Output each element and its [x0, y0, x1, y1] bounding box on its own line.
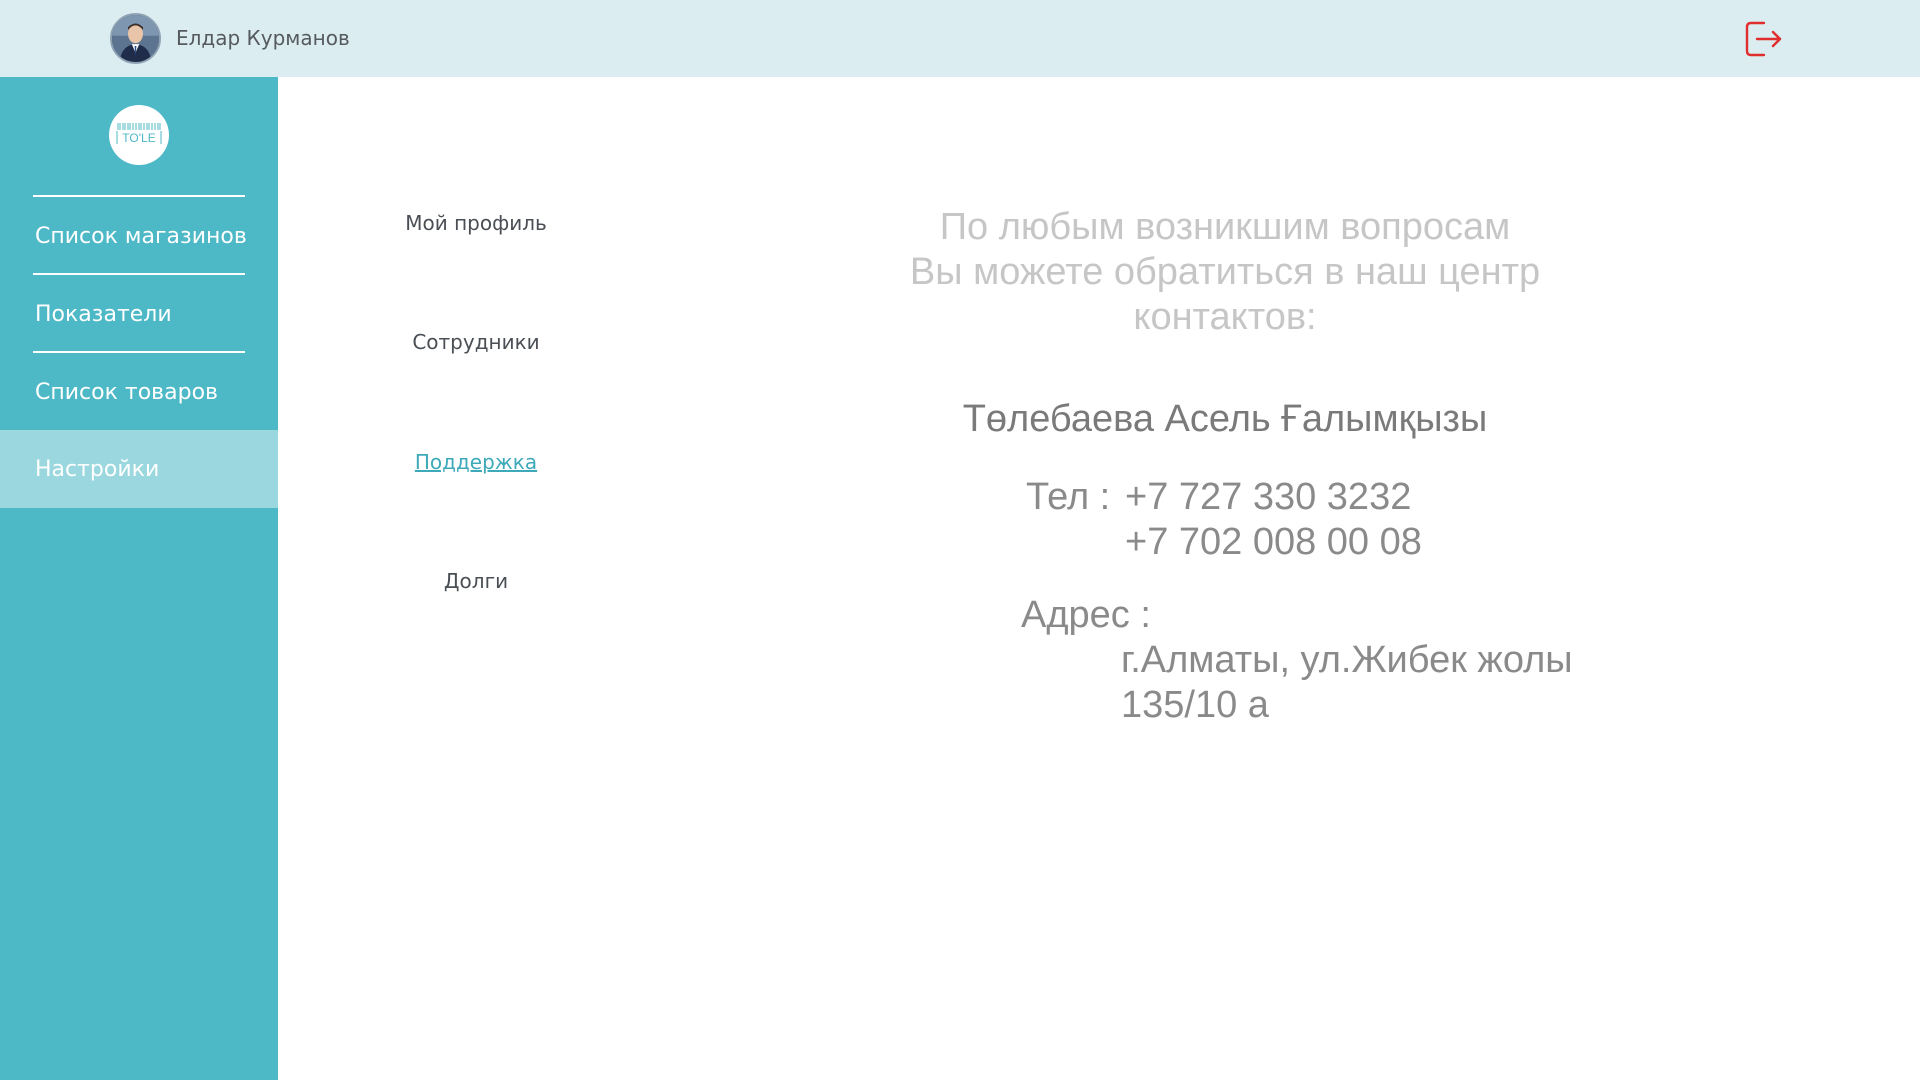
phone-number: +7 727 330 3232	[1125, 476, 1412, 518]
sidebar-item-settings[interactable]: Настройки	[0, 430, 278, 508]
sidebar: TO'LE Список магазинов Показатели Список…	[0, 77, 278, 1080]
sidebar-item-label: Настройки	[35, 456, 160, 482]
logout-icon	[1745, 21, 1782, 57]
phone-label: Тел :	[1026, 476, 1111, 518]
menu-my-profile[interactable]: Мой профиль	[326, 211, 626, 235]
contact-name: Төлебаева Асель Ғалымқызы	[962, 398, 1488, 440]
intro-line: контактов:	[1133, 296, 1317, 338]
address-line: г.Алматы, ул.Жибек жолы	[1121, 639, 1573, 681]
intro-line: Вы можете обратиться в наш центр	[909, 251, 1541, 293]
address-line: 135/10 а	[1121, 684, 1269, 726]
address-label: Адрес :	[1021, 594, 1151, 636]
phone-number: +7 702 008 00 08	[1125, 521, 1422, 563]
logo-text: TO'LE	[122, 131, 155, 145]
barcode-logo-icon: TO'LE	[116, 123, 162, 145]
logout-button[interactable]	[1744, 19, 1784, 59]
sidebar-item-products[interactable]: Список товаров	[0, 353, 278, 431]
top-bar: Елдар Курманов	[0, 0, 1920, 77]
sidebar-item-stores[interactable]: Список магазинов	[0, 197, 278, 275]
support-intro: По любым возникшим вопросам Вы можете об…	[830, 205, 1620, 340]
username: Елдар Курманов	[176, 26, 350, 50]
menu-support[interactable]: Поддержка	[326, 450, 626, 474]
sidebar-item-label: Список магазинов	[35, 223, 247, 249]
intro-line: По любым возникшим вопросам	[939, 206, 1511, 248]
menu-employees[interactable]: Сотрудники	[326, 330, 626, 354]
avatar[interactable]	[110, 13, 161, 64]
user-photo-icon	[112, 15, 159, 62]
sidebar-item-indicators[interactable]: Показатели	[0, 275, 278, 353]
sidebar-item-label: Список товаров	[35, 379, 218, 405]
menu-debts[interactable]: Долги	[326, 569, 626, 593]
sidebar-item-label: Показатели	[35, 301, 172, 327]
tole-logo: TO'LE	[109, 105, 169, 165]
